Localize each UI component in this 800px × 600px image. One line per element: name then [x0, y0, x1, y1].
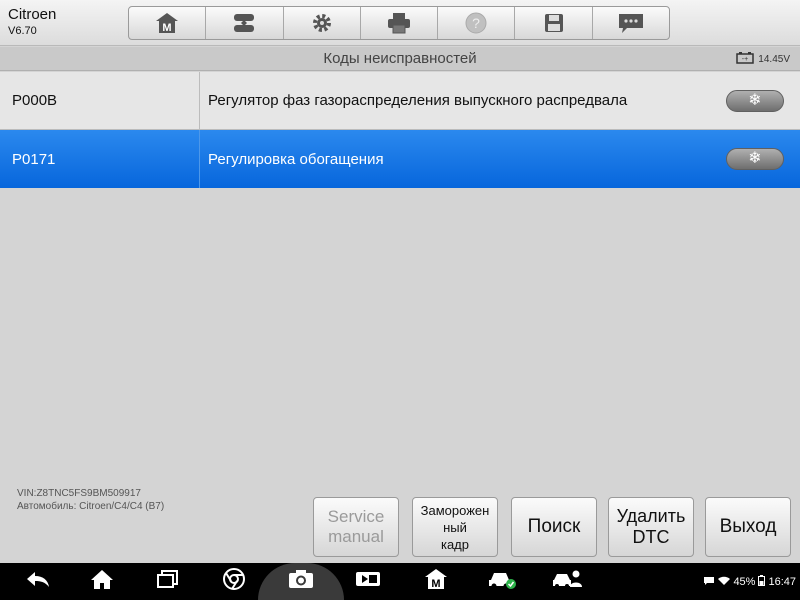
home-icon — [89, 568, 115, 595]
home-button[interactable]: M — [129, 7, 207, 39]
freeze-frame-label-1: Заморожен — [420, 502, 490, 518]
service-manual-label-2: manual — [328, 527, 384, 546]
search-button[interactable]: Поиск — [511, 497, 597, 557]
app-brand: Citroen V6.70 — [8, 6, 56, 38]
home-m-icon: M — [154, 11, 180, 35]
freeze-frame-button[interactable]: ❄ — [726, 90, 784, 112]
vin-text: VIN:Z8TNC5FS9BM509917 — [17, 488, 141, 499]
search-label: Поиск — [527, 516, 581, 537]
svg-text:M: M — [163, 22, 172, 34]
chrome-icon — [222, 567, 246, 596]
delete-dtc-button[interactable]: Удалить DTC — [608, 497, 694, 557]
help-icon: ? — [464, 11, 488, 35]
snowflake-icon: ❄ — [748, 92, 762, 109]
printer-icon — [386, 11, 412, 35]
chat-icon — [617, 11, 645, 35]
delete-dtc-label-1: Удалить — [616, 506, 686, 526]
message-status-icon — [703, 576, 715, 589]
chrome-button[interactable] — [216, 563, 252, 600]
battery-percent: 45% — [733, 576, 756, 588]
freeze-frame-label-2: ный — [443, 519, 467, 535]
dtc-row[interactable]: P000B Регулятор фаз газораспределения вы… — [0, 72, 800, 130]
snowflake-icon: ❄ — [748, 150, 762, 167]
wifi-icon — [718, 576, 731, 589]
dtc-code: P000B — [0, 72, 200, 129]
battery-indicator: -+ 14.45V — [736, 52, 790, 67]
back-button[interactable] — [20, 563, 56, 600]
page-title: Коды неисправностей — [323, 50, 477, 67]
save-button[interactable] — [515, 7, 593, 39]
battery-voltage: 14.45V — [758, 54, 790, 65]
screen-mirror-button[interactable] — [350, 563, 386, 600]
dtc-code: P0171 — [0, 130, 200, 188]
freeze-frame-label-3: кадр — [440, 536, 469, 552]
battery-icon: -+ — [736, 52, 758, 67]
svg-text:?: ? — [472, 15, 480, 31]
svg-text:M: M — [431, 578, 440, 590]
recents-icon — [156, 569, 180, 594]
car-check-icon — [487, 568, 517, 595]
gear-icon — [310, 11, 334, 35]
top-bar: Citroen V6.70 M ? — [0, 0, 800, 46]
dtc-description: Регулировка обогащения — [208, 150, 384, 168]
app-version: V6.70 — [8, 25, 37, 37]
back-arrow-icon — [25, 569, 51, 594]
remote-expert-button[interactable] — [548, 563, 586, 600]
title-bar: Коды неисправностей -+ 14.45V — [0, 47, 800, 71]
vehicle-info: VIN:Z8TNC5FS9BM509917 Автомобиль: Citroe… — [17, 487, 164, 513]
remote-expert-icon — [551, 568, 583, 595]
freeze-frame-main-button[interactable]: Заморожен ный кадр — [412, 497, 498, 557]
screen-mirror-icon — [354, 569, 382, 594]
toolbar: M ? — [128, 6, 670, 40]
recents-button[interactable] — [150, 563, 186, 600]
system-nav-bar: M 45% 16:47 — [0, 563, 800, 600]
status-bar: 45% 16:47 — [703, 575, 796, 589]
camera-button[interactable] — [282, 563, 320, 600]
home-m-icon: M — [423, 567, 449, 596]
vehicle-swap-icon — [229, 11, 259, 35]
app-name: Citroen — [8, 6, 57, 23]
dtc-description: Регулятор фаз газораспределения выпускно… — [208, 92, 628, 109]
vehicle-model-text: Автомобиль: Citroen/C4/C4 (B7) — [17, 501, 165, 512]
dtc-row-selected[interactable]: P0171 Регулировка обогащения ❄ — [0, 130, 800, 188]
exit-label: Выход — [719, 516, 777, 537]
help-button[interactable]: ? — [438, 7, 516, 39]
save-icon — [543, 12, 565, 34]
vehicle-connect-button[interactable] — [484, 563, 520, 600]
camera-icon — [287, 568, 315, 595]
svg-text:-+: -+ — [742, 56, 748, 63]
settings-button[interactable] — [284, 7, 361, 39]
device-battery-icon — [758, 575, 766, 589]
print-button[interactable] — [361, 7, 439, 39]
clock: 16:47 — [768, 576, 796, 588]
service-manual-button[interactable]: Service manual — [313, 497, 399, 557]
exit-button[interactable]: Выход — [705, 497, 791, 557]
maxifix-button[interactable]: M — [418, 563, 454, 600]
message-button[interactable] — [593, 7, 669, 39]
freeze-frame-button[interactable]: ❄ — [726, 148, 784, 170]
vehicle-swap-button[interactable] — [206, 7, 284, 39]
home-nav-button[interactable] — [84, 563, 120, 600]
delete-dtc-label-2: DTC — [632, 527, 670, 547]
service-manual-label-1: Service — [327, 507, 385, 526]
